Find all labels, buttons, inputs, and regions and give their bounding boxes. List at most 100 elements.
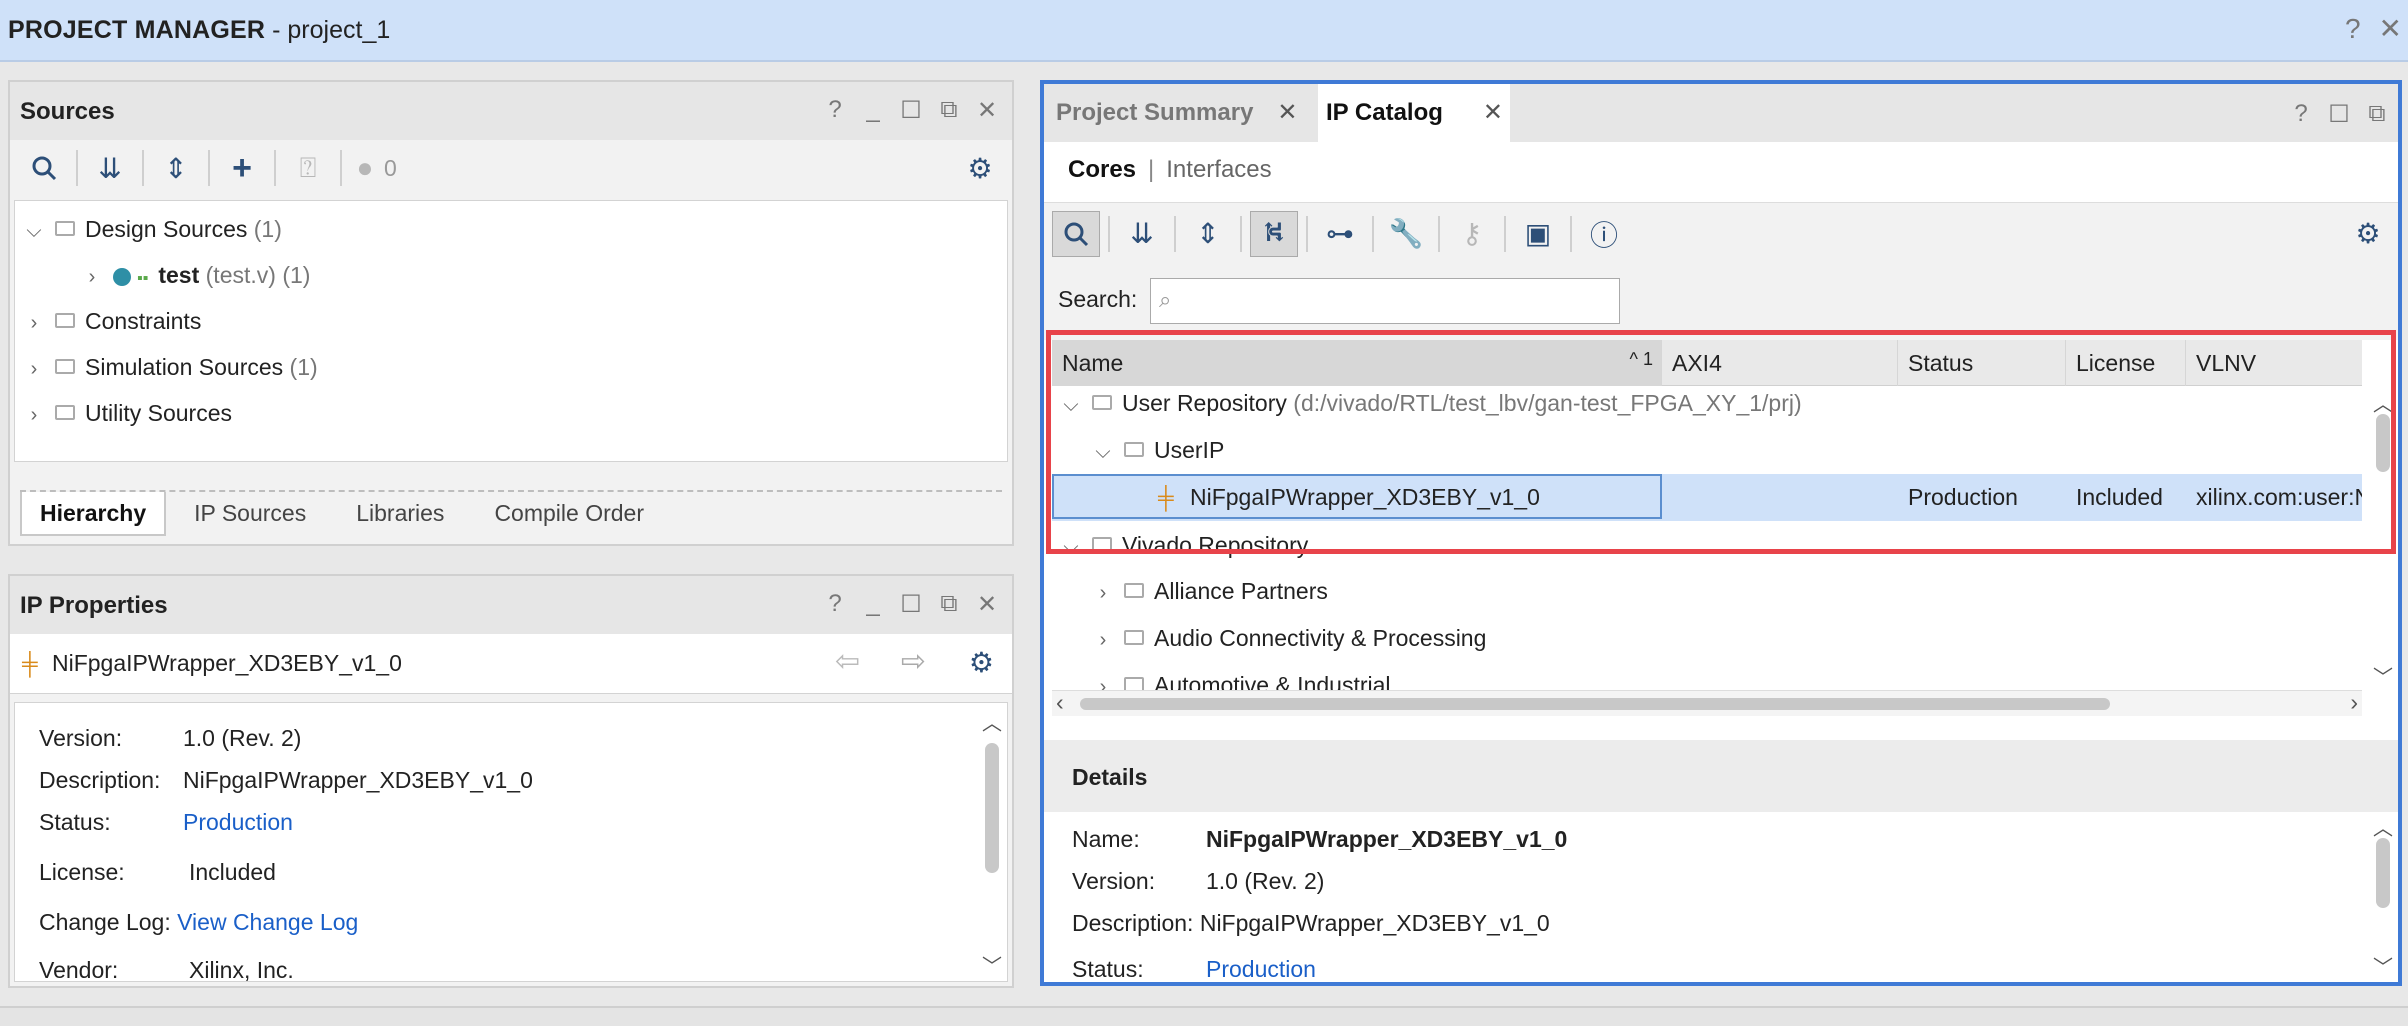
back-icon[interactable]: ⇦ (835, 644, 860, 679)
chevron-up-icon[interactable]: ︿ (2372, 812, 2394, 841)
tab-ip-catalog[interactable]: IP Catalog ✕ (1318, 84, 1510, 142)
chevron-down-icon[interactable]: ⌵ (1056, 386, 1086, 429)
help-icon[interactable]: ? (824, 96, 846, 125)
tree-item-constraints[interactable]: › Constraints (19, 299, 1007, 343)
float-icon[interactable]: ⧉ (938, 96, 960, 125)
chevron-up-icon[interactable]: ︿ (2372, 388, 2394, 417)
info-icon[interactable]: ⓘ (1580, 211, 1628, 257)
tree-item-simulation-sources[interactable]: › Simulation Sources (1) (19, 345, 1007, 389)
folder-icon (55, 359, 75, 375)
key-icon[interactable]: ⚷ (1448, 211, 1496, 257)
view-change-log-link[interactable]: View Change Log (177, 909, 358, 935)
tree-item-utility-sources[interactable]: › Utility Sources (19, 391, 1007, 435)
gear-icon[interactable]: ⚙ (956, 145, 1004, 191)
add-icon[interactable]: + (218, 145, 266, 191)
project-manager-bar: PROJECT MANAGER - project_1 ? ✕ (0, 0, 2408, 62)
grid-horizontal-scrollbar[interactable]: ‹ › (1052, 689, 2362, 716)
close-icon[interactable]: ✕ (1483, 99, 1503, 126)
maximize-icon[interactable]: ☐ (900, 96, 922, 125)
search-icon: ⌕ (1159, 287, 1172, 312)
gear-icon[interactable]: ⚙ (969, 646, 994, 679)
minimize-icon[interactable]: _ (862, 590, 884, 619)
tab-hierarchy[interactable]: Hierarchy (20, 492, 167, 536)
table-row[interactable]: › Audio Connectivity & Processing (1088, 615, 2362, 662)
status-dot-icon: ● (356, 152, 374, 183)
chevron-down-icon[interactable]: ﹀ (2372, 951, 2394, 980)
subtab-interfaces[interactable]: Interfaces (1166, 156, 1271, 183)
details-title: Details (1072, 764, 1148, 790)
collapse-all-icon[interactable]: ⇊ (1118, 211, 1166, 257)
minimize-icon[interactable]: _ (862, 96, 884, 125)
chevron-down-icon[interactable]: ⌵ (1088, 429, 1118, 476)
collapse-all-icon[interactable]: ⇊ (86, 145, 134, 191)
wrench-icon[interactable]: 🔧 (1382, 211, 1430, 257)
float-icon[interactable]: ⧉ (2366, 100, 2388, 129)
folder-icon (1092, 537, 1112, 553)
help-icon[interactable]: ? (2345, 13, 2361, 44)
tab-libraries[interactable]: Libraries (338, 492, 462, 536)
chevron-up-icon[interactable]: ︿ (981, 707, 1003, 736)
chevron-right-icon[interactable]: › (1088, 570, 1118, 617)
details-scrollbar[interactable]: ︿ ﹀ (2372, 812, 2394, 980)
folder-icon (1124, 630, 1144, 646)
chevron-left-icon[interactable]: ‹ (1056, 689, 1064, 716)
sources-tree: ⌵ Design Sources (1) › ▪▪ test (test.v) (1)… (14, 200, 1008, 462)
forward-icon[interactable]: ⇨ (901, 644, 926, 679)
folder-icon (55, 221, 75, 237)
table-row[interactable]: ⌵ Vivado Repository (1056, 522, 2362, 569)
subtab-cores[interactable]: Cores (1068, 156, 1136, 183)
ip-core-icon: ╪ (22, 651, 38, 676)
details-status-link[interactable]: Production (1206, 956, 1316, 982)
chevron-right-icon[interactable]: › (19, 393, 49, 437)
chevron-right-icon[interactable]: › (19, 347, 49, 391)
chevron-down-icon[interactable]: ﹀ (2372, 661, 2394, 690)
search-input[interactable]: ⌕ (1150, 278, 1620, 324)
chevron-down-icon[interactable]: ﹀ (981, 950, 1003, 979)
col-license[interactable]: License (2066, 340, 2186, 386)
tab-project-summary[interactable]: Project Summary ✕ (1050, 84, 1318, 142)
tab-compile-order[interactable]: Compile Order (476, 492, 662, 536)
col-axi4[interactable]: AXI4 (1662, 340, 1898, 386)
float-icon[interactable]: ⧉ (938, 590, 960, 619)
maximize-icon[interactable]: ☐ (2328, 100, 2350, 129)
chevron-right-icon[interactable]: › (1088, 664, 1118, 692)
maximize-icon[interactable]: ☐ (900, 590, 922, 619)
table-row[interactable]: › Alliance Partners (1088, 568, 2362, 615)
col-name[interactable]: Name ^ 1 (1052, 340, 1662, 386)
close-icon[interactable]: ✕ (2379, 13, 2402, 44)
grid-vertical-scrollbar[interactable]: ︿ ﹀ (2372, 388, 2394, 690)
ip-properties-scrollbar[interactable]: ︿ ﹀ (981, 707, 1003, 979)
chevron-down-icon[interactable]: ⌵ (19, 209, 49, 253)
status-link[interactable]: Production (183, 809, 293, 835)
unknown-file-icon[interactable]: ⍰ (284, 145, 332, 191)
tree-item-design-sources[interactable]: ⌵ Design Sources (1) (19, 207, 1007, 251)
expand-all-icon[interactable]: ⇕ (1184, 211, 1232, 257)
chevron-right-icon[interactable]: › (19, 301, 49, 345)
filter-toggle-icon[interactable]: ⛕ (1250, 210, 1298, 257)
chevron-right-icon[interactable]: › (1088, 617, 1118, 664)
expand-all-icon[interactable]: ⇕ (152, 145, 200, 191)
col-vlnv[interactable]: VLNV (2186, 340, 2362, 386)
chevron-down-icon[interactable]: ⌵ (1056, 524, 1086, 571)
close-icon[interactable]: ✕ (1277, 99, 1297, 126)
gear-icon[interactable]: ⚙ (2344, 211, 2392, 257)
hierarchy-view-icon[interactable]: ⊶ (1316, 211, 1364, 257)
table-row[interactable]: ⌵ UserIP (1088, 427, 2362, 474)
search-icon[interactable] (1052, 210, 1100, 257)
table-row-selected[interactable]: ╪ NiFpgaIPWrapper_XD3EBY_v1_0 Production… (1052, 474, 2362, 521)
col-status[interactable]: Status (1898, 340, 2066, 386)
search-icon[interactable] (20, 145, 68, 191)
close-icon[interactable]: ✕ (976, 590, 998, 619)
sources-panel: Sources ? _ ☐ ⧉ ✕ ⇊ ⇕ + ⍰ ● 0 ⚙ ⌵ Design … (8, 80, 1014, 546)
help-icon[interactable]: ? (2290, 100, 2312, 129)
chip-icon[interactable]: ▣ (1514, 211, 1562, 257)
chevron-right-icon[interactable]: › (2350, 689, 2358, 716)
chevron-right-icon[interactable]: › (77, 255, 107, 299)
table-row[interactable]: › Automotive & Industrial (1088, 662, 2362, 692)
close-icon[interactable]: ✕ (976, 96, 998, 125)
tree-item-test[interactable]: › ▪▪ test (test.v) (1) (77, 253, 1007, 297)
table-row[interactable]: ⌵ User Repository (d:/vivado/RTL/test_lbv… (1056, 386, 2362, 427)
help-icon[interactable]: ? (824, 590, 846, 619)
module-icon (113, 267, 131, 286)
tab-ip-sources[interactable]: IP Sources (176, 492, 324, 536)
